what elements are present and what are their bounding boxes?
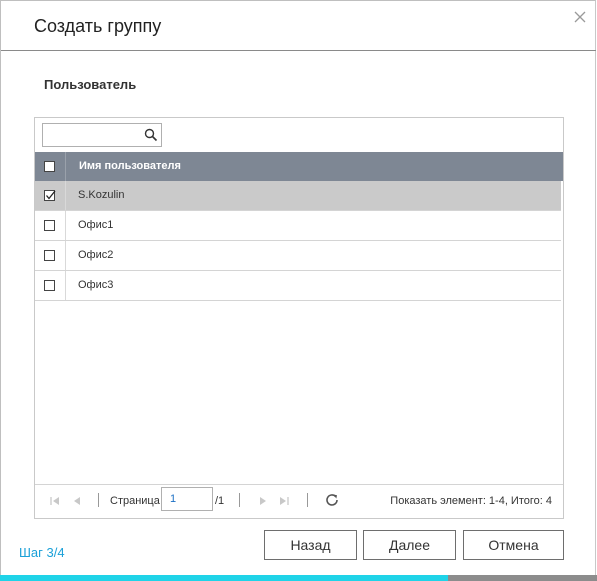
cancel-button[interactable]: Отмена [463, 530, 564, 560]
row-checkbox[interactable] [44, 250, 55, 261]
display-info: Показать элемент: 1-4, Итого: 4 [390, 495, 552, 507]
header-checkbox-cell [35, 152, 66, 181]
pager: Страница /1 Показать элемент: 1-4, Итого… [35, 484, 563, 518]
row-checkbox-cell [35, 211, 66, 240]
next-button[interactable]: Далее [363, 530, 456, 560]
row-checkbox[interactable] [44, 280, 55, 291]
next-page-icon[interactable] [257, 495, 269, 507]
row-username: Офис1 [78, 219, 114, 231]
pager-divider [307, 493, 308, 507]
table-row[interactable]: Офис3 [35, 271, 561, 301]
close-icon[interactable] [572, 9, 588, 25]
row-username: Офис2 [78, 249, 114, 261]
row-checkbox[interactable] [44, 220, 55, 231]
row-checkbox-cell [35, 181, 66, 210]
page-number-field[interactable] [161, 487, 214, 511]
user-section-label: Пользователь [44, 77, 137, 92]
back-button[interactable]: Назад [264, 530, 357, 560]
page-label: Страница [110, 495, 160, 507]
wizard-step-indicator: Шаг 3/4 [19, 545, 65, 560]
table-row[interactable]: S.Kozulin [35, 181, 561, 211]
refresh-icon[interactable] [324, 492, 340, 508]
username-column-header[interactable]: Имя пользователя [79, 160, 181, 172]
search-input[interactable] [46, 126, 142, 144]
select-all-checkbox[interactable] [44, 161, 55, 172]
dialog-title: Создать группу [34, 16, 162, 36]
table-row[interactable]: Офис2 [35, 241, 561, 271]
wizard-progress-bar [0, 575, 597, 581]
create-group-dialog: Создать группу Пользователь Имя пользова… [0, 0, 596, 580]
row-username: Офис3 [78, 279, 114, 291]
first-page-icon[interactable] [49, 495, 61, 507]
search-field[interactable] [42, 123, 162, 147]
prev-page-icon[interactable] [71, 495, 83, 507]
row-checkbox-cell [35, 271, 66, 300]
pager-divider [98, 493, 99, 507]
pager-divider [239, 493, 240, 507]
page-number-input[interactable] [170, 489, 214, 509]
user-grid-panel: Имя пользователя S.Kozulin Офис1 Офис2 Офис… [34, 117, 564, 519]
search-icon[interactable] [144, 128, 158, 142]
row-checkbox[interactable] [44, 190, 56, 201]
table-row[interactable]: Офис1 [35, 211, 561, 241]
grid-header: Имя пользователя [35, 152, 563, 181]
page-total: /1 [215, 495, 225, 507]
last-page-icon[interactable] [278, 495, 290, 507]
row-checkbox-cell [35, 241, 66, 270]
wizard-progress-fill [0, 575, 448, 581]
row-username: S.Kozulin [78, 189, 125, 201]
dialog-title-bar: Создать группу [1, 1, 596, 51]
